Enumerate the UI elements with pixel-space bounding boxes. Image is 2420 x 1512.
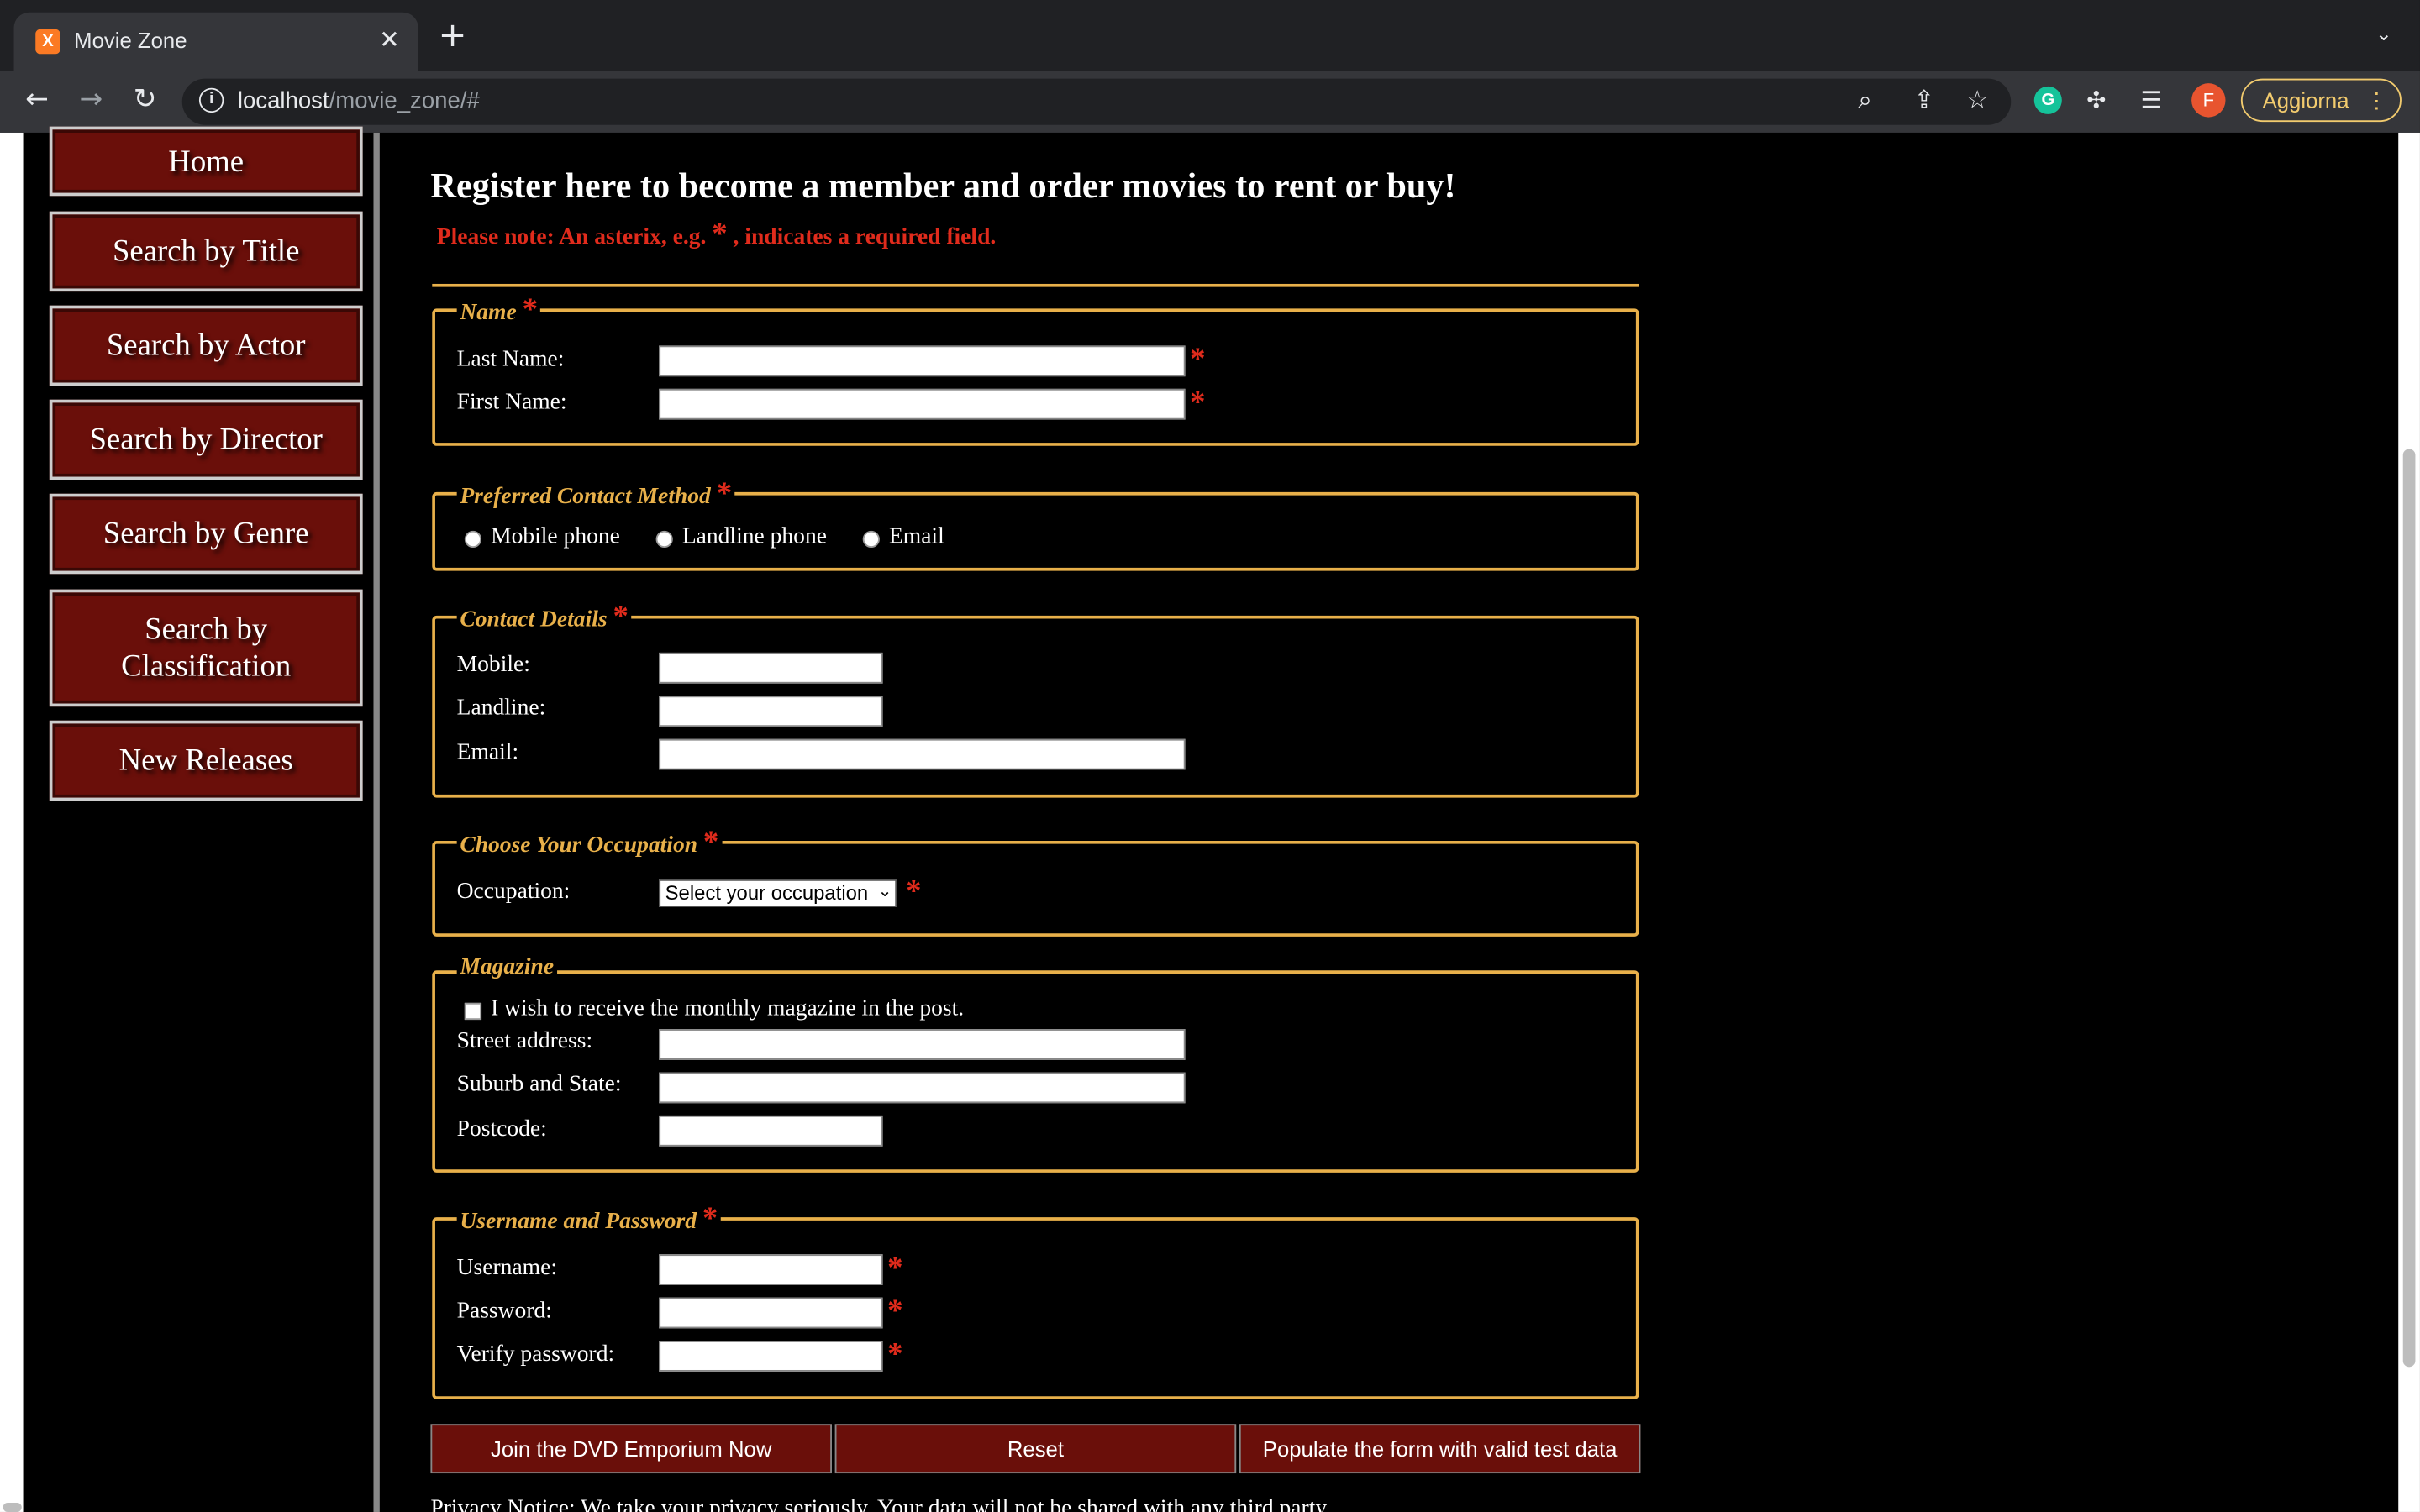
browser-tab-bar: X Movie Zone ✕ + ⌄ [0, 0, 2420, 71]
first-name-label: First Name: [456, 390, 567, 416]
nav-search-by-classification[interactable]: Search by Classification [49, 589, 363, 707]
verify-password-input[interactable] [659, 1341, 883, 1372]
fieldset-contact-details: Contact Details * Mobile: Landline: Emai… [432, 600, 1639, 798]
reset-button[interactable]: Reset [834, 1424, 1237, 1474]
close-tab-icon[interactable]: ✕ [379, 24, 400, 54]
legend-occupation: Choose Your Occupation * [456, 825, 722, 861]
scrollbar-thumb[interactable] [2402, 449, 2416, 1368]
new-tab-icon[interactable]: + [439, 19, 467, 54]
legend-credentials: Username and Password * [456, 1201, 721, 1238]
first-name-input[interactable] [659, 388, 1186, 420]
radio-label-email[interactable]: Email [889, 524, 944, 550]
star-icon[interactable]: ☆ [1966, 85, 1988, 114]
password-label: Password: [456, 1299, 552, 1324]
zoom-icon[interactable]: ⌕ [1858, 85, 1871, 116]
grammarly-icon[interactable]: G [2033, 86, 2062, 114]
forward-icon[interactable]: → [72, 83, 109, 116]
populate-test-data-button[interactable]: Populate the form with valid test data [1239, 1424, 1641, 1474]
last-name-input[interactable] [659, 345, 1186, 377]
required-marker: * [1190, 342, 1206, 377]
verify-password-label: Verify password: [456, 1341, 615, 1368]
last-name-label: Last Name: [456, 347, 565, 372]
username-label: Username: [456, 1256, 558, 1281]
fieldset-contact-method: Preferred Contact Method * Mobile phone … [432, 476, 1639, 571]
form-top-line [432, 283, 1639, 287]
fieldset-occupation: Choose Your Occupation * Occupation: Sel… [432, 825, 1639, 937]
occupation-select[interactable]: Select your occupation ⌄ [659, 879, 897, 907]
more-icon: ⋮ [2365, 87, 2388, 113]
asterisk-icon: * [712, 217, 728, 252]
required-marker: * [887, 1251, 903, 1285]
nav-search-by-title[interactable]: Search by Title [49, 211, 363, 292]
radio-label-landline-phone[interactable]: Landline phone [682, 524, 827, 550]
chevron-down-icon[interactable]: ⌄ [2375, 24, 2392, 47]
nav-search-by-director[interactable]: Search by Director [49, 399, 363, 480]
required-marker: * [1190, 386, 1206, 420]
fieldset-name: Name * Last Name: * First Name: * [432, 292, 1639, 446]
occupation-label: Occupation: [456, 879, 571, 905]
privacy-notice: Privacy Notice: We take your privacy ser… [430, 1496, 1332, 1512]
page-title: Register here to become a member and ord… [430, 166, 1456, 206]
magazine-checkbox[interactable] [464, 1002, 482, 1021]
browser-tab[interactable]: X Movie Zone ✕ [13, 12, 418, 71]
info-icon[interactable]: i [198, 87, 224, 113]
url-text[interactable]: localhost/movie_zone/# [238, 88, 480, 114]
tab-title: Movie Zone [74, 28, 187, 53]
mobile-input[interactable] [659, 652, 883, 684]
email-input[interactable] [659, 738, 1186, 770]
join-button[interactable]: Join the DVD Emporium Now [430, 1424, 832, 1474]
radio-mobile-phone[interactable] [464, 530, 482, 549]
nav-new-releases[interactable]: New Releases [49, 720, 363, 801]
nav-search-by-actor[interactable]: Search by Actor [49, 305, 363, 386]
reload-icon[interactable]: ↻ [127, 83, 164, 116]
mobile-label: Mobile: [456, 652, 530, 678]
required-marker: * [906, 874, 922, 909]
postcode-label: Postcode: [456, 1116, 547, 1142]
nav-home[interactable]: Home [49, 126, 363, 197]
username-input[interactable] [659, 1254, 883, 1285]
avatar[interactable]: F [2191, 83, 2226, 118]
landline-label: Landline: [456, 696, 546, 721]
required-marker: * [887, 1337, 903, 1372]
reading-list-icon[interactable]: ☰ [2141, 87, 2162, 114]
password-input[interactable] [659, 1297, 883, 1329]
magazine-checkbox-label[interactable]: I wish to receive the monthly magazine i… [491, 997, 964, 1023]
street-address-input[interactable] [659, 1029, 1186, 1060]
legend-magazine: Magazine [456, 954, 557, 982]
postcode-input[interactable] [659, 1115, 883, 1147]
email-label: Email: [456, 740, 519, 766]
legend-contact-details: Contact Details * [456, 600, 632, 636]
radio-label-mobile-phone[interactable]: Mobile phone [491, 524, 620, 550]
radio-email[interactable] [862, 530, 880, 549]
chevron-down-icon: ⌄ [877, 880, 892, 901]
radio-landline-phone[interactable] [655, 530, 673, 549]
nav-search-by-genre[interactable]: Search by Genre [49, 493, 363, 575]
address-bar[interactable]: i localhost/movie_zone/# ⌕ ⇪ ☆ [182, 78, 2012, 125]
street-address-label: Street address: [456, 1029, 593, 1054]
update-button[interactable]: Aggiorna ⋮ [2240, 78, 2402, 123]
suburb-state-input[interactable] [659, 1072, 1186, 1104]
puzzle-icon[interactable]: ✣ [2086, 87, 2106, 114]
horizontal-scrollbar-thumb[interactable] [3, 1502, 22, 1512]
legend-contact-method: Preferred Contact Method * [456, 476, 735, 512]
back-icon[interactable]: ← [18, 83, 55, 116]
suburb-state-label: Suburb and State: [456, 1072, 622, 1097]
sidebar-divider [373, 132, 380, 1512]
share-icon[interactable]: ⇪ [1914, 85, 1935, 114]
landline-input[interactable] [659, 696, 883, 727]
required-marker: * [887, 1294, 903, 1329]
legend-name: Name * [456, 292, 541, 329]
page-viewport: Home Search by Title Search by Actor Sea… [0, 126, 2420, 1512]
fieldset-magazine: Magazine I wish to receive the monthly m… [432, 954, 1639, 1173]
xampp-icon: X [35, 29, 60, 55]
required-note: Please note: An asterix, e.g. * , indica… [436, 217, 997, 252]
fieldset-credentials: Username and Password * Username: * Pass… [432, 1201, 1639, 1399]
